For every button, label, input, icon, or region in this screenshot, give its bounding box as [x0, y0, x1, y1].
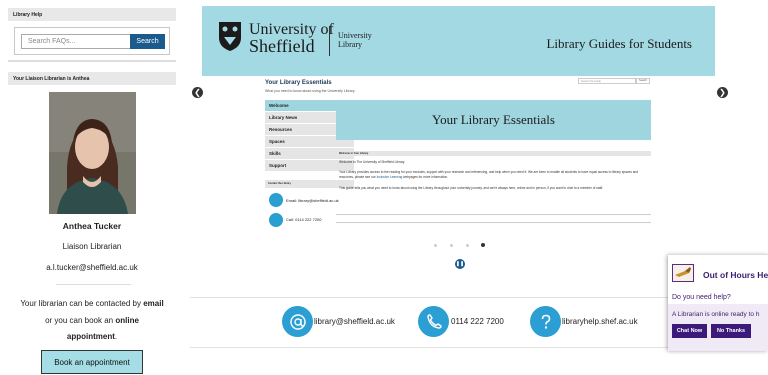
carousel-dot[interactable] [434, 244, 437, 247]
online-appointment-link[interactable]: online [115, 316, 139, 325]
librarian-name: Anthea Tucker [62, 221, 122, 231]
at-sign-icon [282, 306, 313, 337]
faq-search-box: Search FAQs... Search [14, 27, 170, 55]
faq-search-input[interactable]: Search FAQs... [21, 34, 131, 49]
pause-icon[interactable]: ❚❚ [455, 259, 465, 269]
question-mark-icon [530, 306, 561, 337]
carousel-dot[interactable] [450, 244, 453, 247]
guide-paragraph: Welcome to The University of Sheffield L… [339, 160, 406, 164]
chevron-left-icon[interactable]: ❮ [192, 87, 203, 98]
chat-header: Out of Hours He [668, 255, 768, 289]
logo-divider [329, 26, 330, 56]
phone-icon [418, 306, 449, 337]
guide-paragraph: Your Library provides access to the read… [339, 170, 639, 179]
chat-question: Do you need help? [672, 294, 731, 301]
guide-banner: Your Library Essentials [336, 100, 651, 140]
appointment-link[interactable]: appointment [67, 332, 115, 341]
faq-search-button[interactable]: Search [130, 34, 165, 49]
carousel-slide[interactable]: Your Library Essentials What you need to… [264, 78, 654, 230]
email-icon [269, 193, 283, 207]
inclusive-learning-link[interactable]: Inclusive Learning [377, 175, 403, 179]
librarian-email: a.l.tucker@sheffield.ac.uk [46, 263, 138, 272]
slide-page-title: Your Library Essentials [265, 80, 332, 86]
libraryhelp-link[interactable]: libraryhelp.shef.ac.uk [562, 317, 638, 326]
no-thanks-button[interactable]: No Thanks [711, 324, 751, 338]
email-link[interactable]: email [143, 299, 163, 308]
chat-message: A Librarian is online ready to h [672, 311, 760, 318]
contact-info-line3: appointment. [66, 332, 118, 341]
divider [8, 60, 176, 62]
university-name: University of Sheffield [249, 21, 334, 56]
divider [56, 284, 131, 285]
library-help-heading: Library Help [8, 8, 176, 21]
university-crest-icon [219, 22, 241, 51]
chevron-right-icon[interactable]: ❯ [717, 87, 728, 98]
contact-info-line1: Your librarian can be contacted by email [20, 299, 164, 308]
chat-now-button[interactable]: Chat Now [672, 324, 707, 338]
carousel-dot-active[interactable] [481, 243, 485, 247]
carousel-dot[interactable] [466, 244, 469, 247]
slide-page-subtitle: What you need to know about using the Un… [265, 89, 356, 93]
library-phone-link[interactable]: 0114 222 7200 [451, 317, 504, 326]
chat-logo-icon [672, 264, 694, 282]
liaison-librarian-heading: Your Liaison Librarian is Anthea [8, 72, 176, 85]
guide-welcome-heading: Welcome to Your Library [336, 151, 651, 156]
guide-search-input[interactable]: Search this Guide [578, 78, 636, 84]
chat-title: Out of Hours He [703, 270, 768, 280]
chat-widget: Out of Hours He Do you need help? A Libr… [668, 254, 768, 351]
guide-contact-email: Email: library@sheffield.ac.uk [286, 198, 339, 203]
divider [336, 214, 651, 215]
contact-info-line2: or you can book an online [45, 316, 139, 325]
phone-icon [269, 213, 283, 227]
divider [336, 222, 651, 223]
library-email-link[interactable]: library@sheffield.ac.uk [314, 317, 395, 326]
library-guides-banner[interactable]: University of Sheffield University Libra… [202, 6, 715, 76]
book-appointment-button[interactable]: Book an appointment [41, 350, 143, 374]
guide-paragraph: This guide tells you what you need to kn… [339, 186, 604, 190]
guide-contact-phone: Call: 0114 222 7200 [286, 217, 322, 222]
university-library-name: University Library [338, 31, 372, 49]
librarian-role: Liaison Librarian [62, 242, 122, 251]
banner-title: Library Guides for Students [546, 36, 692, 51]
librarian-photo [49, 92, 136, 214]
guide-search-button[interactable]: Search [636, 78, 650, 84]
